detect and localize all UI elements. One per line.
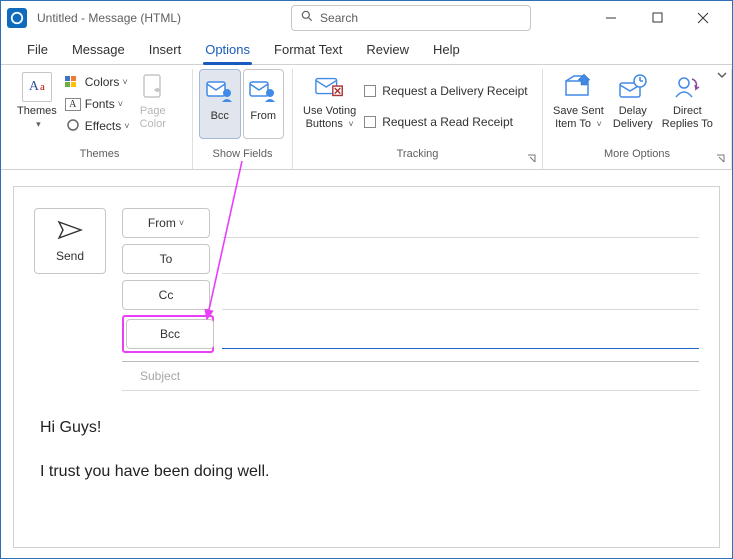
ribbon-group-tracking: Use Voting Buttons ˅ Request a Delivery …: [293, 69, 543, 169]
menu-options[interactable]: Options: [193, 36, 262, 64]
outlook-app-icon: [7, 8, 27, 28]
search-box[interactable]: Search: [291, 5, 531, 31]
bcc-button[interactable]: Bcc: [126, 319, 214, 349]
save-sent-item-to-button[interactable]: Save Sent Item To ˅: [549, 69, 608, 143]
direct-replies-to-button[interactable]: Direct Replies To: [658, 69, 717, 143]
ribbon-group-show-fields: Bcc From Show Fields: [193, 69, 293, 169]
maximize-button[interactable]: [634, 3, 680, 33]
search-icon: [300, 9, 314, 26]
body-line: I trust you have been doing well.: [40, 459, 693, 485]
tracking-dialog-launcher[interactable]: [525, 152, 539, 166]
search-placeholder: Search: [320, 11, 358, 25]
menu-help[interactable]: Help: [421, 36, 472, 64]
direct-replies-icon: [671, 71, 703, 103]
title-bar: Untitled - Message (HTML) Search: [1, 1, 732, 35]
bcc-highlight: Bcc: [122, 315, 214, 353]
menu-format-text[interactable]: Format Text: [262, 36, 354, 64]
from-icon: [248, 74, 278, 106]
compose-pane: Send From ˅ To Cc Bcc Subject Hi Guys! I…: [13, 186, 720, 548]
themes-icon: Aa: [22, 72, 52, 102]
menu-bar: File Message Insert Options Format Text …: [1, 35, 732, 65]
menu-message[interactable]: Message: [60, 36, 137, 64]
send-button[interactable]: Send: [34, 208, 106, 274]
fonts-icon: A: [65, 98, 81, 111]
effects-icon: [65, 118, 81, 135]
themes-button[interactable]: Aa Themes▾: [13, 69, 61, 143]
cc-button[interactable]: Cc: [122, 280, 210, 310]
menu-review[interactable]: Review: [354, 36, 421, 64]
effects-button[interactable]: Effects˅: [61, 115, 131, 137]
from-field[interactable]: [222, 208, 699, 238]
ribbon: Aa Themes▾ Colors˅ A Fonts˅: [1, 65, 732, 170]
minimize-button[interactable]: [588, 3, 634, 33]
ribbon-group-themes: Aa Themes▾ Colors˅ A Fonts˅: [7, 69, 193, 169]
colors-icon: [65, 74, 81, 91]
bcc-toggle-button[interactable]: Bcc: [199, 69, 241, 139]
from-button[interactable]: From ˅: [122, 208, 210, 238]
request-read-receipt-checkbox[interactable]: Request a Read Receipt: [360, 111, 531, 133]
window-title: Untitled - Message (HTML): [37, 11, 181, 25]
more-options-dialog-launcher[interactable]: [714, 152, 728, 166]
fonts-button[interactable]: A Fonts˅: [61, 93, 131, 115]
page-color-icon: [137, 71, 169, 103]
chevron-down-icon: ˅: [179, 218, 184, 228]
to-field[interactable]: [222, 244, 699, 274]
checkbox-icon: [364, 85, 376, 97]
ribbon-options-caret[interactable]: [716, 69, 728, 84]
subject-field[interactable]: Subject: [122, 361, 699, 391]
body-line: Hi Guys!: [40, 415, 693, 441]
window-controls: [588, 3, 726, 33]
bcc-icon: [205, 74, 235, 106]
to-button[interactable]: To: [122, 244, 210, 274]
from-toggle-button[interactable]: From: [243, 69, 285, 139]
delay-delivery-button[interactable]: Delay Delivery: [608, 69, 658, 143]
voting-icon: [314, 71, 346, 103]
request-delivery-receipt-checkbox[interactable]: Request a Delivery Receipt: [360, 80, 531, 102]
send-icon: [57, 220, 83, 243]
save-sent-icon: [562, 71, 594, 103]
bcc-field[interactable]: [222, 319, 699, 349]
menu-insert[interactable]: Insert: [137, 36, 194, 64]
ribbon-group-more-options: Save Sent Item To ˅ Delay Delivery Direc…: [543, 69, 732, 169]
page-color-button[interactable]: Page Color: [131, 69, 175, 143]
checkbox-icon: [364, 116, 376, 128]
close-button[interactable]: [680, 3, 726, 33]
message-body[interactable]: Hi Guys! I trust you have been doing wel…: [34, 391, 699, 526]
menu-file[interactable]: File: [15, 36, 60, 64]
use-voting-buttons[interactable]: Use Voting Buttons ˅: [299, 69, 360, 143]
delay-delivery-icon: [617, 71, 649, 103]
cc-field[interactable]: [222, 280, 699, 310]
colors-button[interactable]: Colors˅: [61, 71, 131, 93]
